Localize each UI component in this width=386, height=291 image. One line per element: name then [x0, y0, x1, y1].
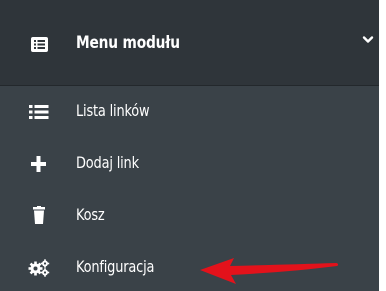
menu-item-label: Konfiguracja [76, 257, 155, 276]
menu-item-dodaj-link[interactable]: Dodaj link [0, 138, 386, 190]
list-alt-icon [31, 37, 48, 52]
menu-item-konfiguracja[interactable]: Konfiguracja [0, 242, 386, 291]
module-menu-header[interactable]: Menu modułu [0, 0, 386, 86]
trash-icon [33, 206, 45, 224]
menu-item-label: Lista linków [76, 101, 150, 120]
plus-icon [31, 156, 46, 172]
window-edge [379, 0, 386, 291]
cogs-icon [28, 259, 50, 277]
module-menu-items: Lista linków Dodaj link Kosz Konfiguracj… [0, 86, 386, 291]
menu-item-label: Dodaj link [76, 153, 139, 172]
screenshot-stage: Menu modułu Lista linków Dodaj link Kosz… [0, 0, 386, 291]
menu-item-label: Kosz [76, 205, 105, 224]
menu-item-lista-linkow[interactable]: Lista linków [0, 86, 386, 138]
chevron-down-icon[interactable] [362, 34, 374, 46]
menu-item-kosz[interactable]: Kosz [0, 190, 386, 242]
module-menu-title: Menu modułu [76, 33, 180, 53]
module-menu: Menu modułu Lista linków Dodaj link Kosz… [0, 0, 386, 291]
list-icon [29, 105, 49, 119]
